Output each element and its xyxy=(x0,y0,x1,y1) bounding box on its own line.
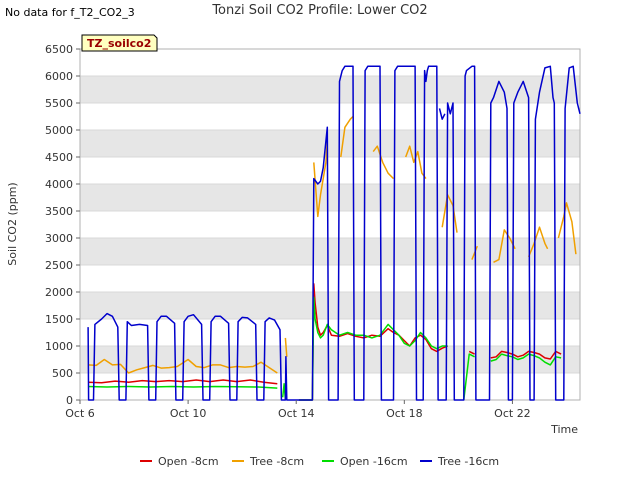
badge-label: TZ_soilco2 xyxy=(87,37,151,50)
y-tick-label: 4000 xyxy=(45,178,73,191)
y-tick-label: 0 xyxy=(66,394,73,407)
x-tick-label: Oct 14 xyxy=(278,407,315,420)
legend-label-tree8: Tree -8cm xyxy=(249,455,304,468)
y-tick-label: 6000 xyxy=(45,70,73,83)
background-band xyxy=(80,346,580,373)
x-tick-label: Oct 6 xyxy=(65,407,95,420)
background-band xyxy=(80,238,580,265)
background-band xyxy=(80,292,580,319)
y-tick-label: 5000 xyxy=(45,124,73,137)
legend-label-open16: Open -16cm xyxy=(340,455,408,468)
y-tick-label: 500 xyxy=(52,367,73,380)
y-tick-label: 2000 xyxy=(45,286,73,299)
x-tick-label: Oct 22 xyxy=(494,407,531,420)
background-band xyxy=(80,130,580,157)
background-band xyxy=(80,184,580,211)
y-tick-label: 5500 xyxy=(45,97,73,110)
y-tick-label: 4500 xyxy=(45,151,73,164)
legend-label-open8: Open -8cm xyxy=(158,455,219,468)
chart-canvas: 0 500 1000 1500 2000 2500 3000 3500 4000 4500 5000… xyxy=(0,0,640,480)
legend-label-tree16: Tree -16cm xyxy=(437,455,499,468)
y-tick-label: 3500 xyxy=(45,205,73,218)
y-tick-label: 1000 xyxy=(45,340,73,353)
x-tick-label: Oct 10 xyxy=(170,407,207,420)
x-axis-label: Time xyxy=(550,423,578,436)
y-tick-label: 6500 xyxy=(45,43,73,56)
y-tick-label: 1500 xyxy=(45,313,73,326)
y-axis-label: Soil CO2 (ppm) xyxy=(6,182,19,265)
y-tick-label: 3000 xyxy=(45,232,73,245)
x-tick-label: Oct 18 xyxy=(386,407,423,420)
y-tick-label: 2500 xyxy=(45,259,73,272)
series-badge: TZ_soilco2 xyxy=(81,34,158,52)
chart-title: Tonzi Soil CO2 Profile: Lower CO2 xyxy=(212,3,428,18)
